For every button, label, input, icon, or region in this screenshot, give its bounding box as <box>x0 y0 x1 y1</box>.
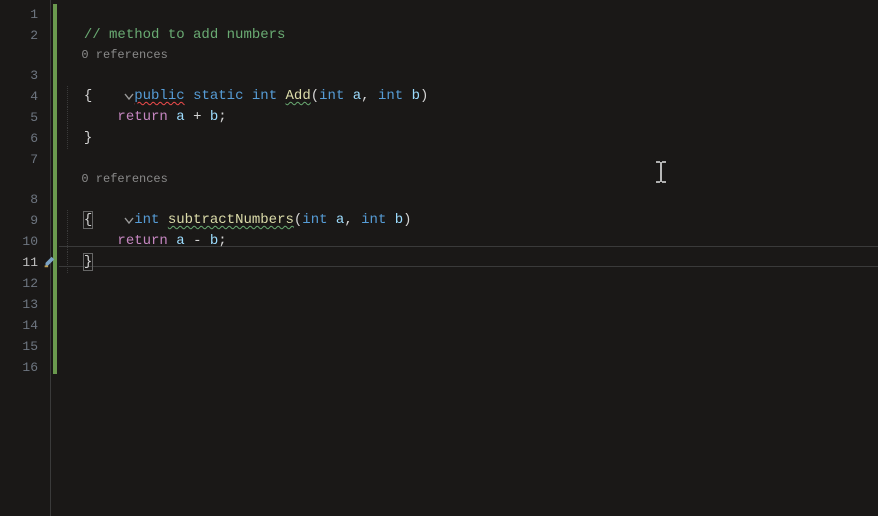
brace-close-matched: } <box>84 254 92 270</box>
line-number[interactable]: 2 <box>0 25 50 46</box>
keyword-return: return <box>117 109 167 125</box>
code-line-active[interactable]: } <box>59 252 878 273</box>
line-number[interactable]: 1 <box>0 4 50 25</box>
line-number[interactable]: 14 <box>0 315 50 336</box>
brush-icon[interactable] <box>42 255 56 269</box>
line-number[interactable]: 10 <box>0 231 50 252</box>
keyword-return: return <box>117 233 167 249</box>
code-line[interactable]: { <box>59 86 878 107</box>
code-area[interactable]: // method to add numbers 0 references pu… <box>59 0 878 516</box>
code-line[interactable] <box>59 149 878 170</box>
line-number[interactable]: 4 <box>0 86 50 107</box>
code-line[interactable] <box>59 315 878 336</box>
code-line[interactable] <box>59 336 878 357</box>
code-line[interactable]: { <box>59 210 878 231</box>
line-number[interactable]: 12 <box>0 273 50 294</box>
code-line[interactable]: int subtractNumbers(int a, int b) <box>59 189 878 210</box>
code-line[interactable]: return a - b; <box>59 231 878 252</box>
line-number[interactable]: 8 <box>0 189 50 210</box>
line-number-gutter[interactable]: 1 2 3 4 5 6 7 8 9 10 11 12 13 14 15 16 <box>0 0 50 516</box>
code-line[interactable] <box>59 357 878 378</box>
line-number[interactable]: 3 <box>0 65 50 86</box>
code-line[interactable]: // method to add numbers <box>59 25 878 46</box>
line-number[interactable]: 13 <box>0 294 50 315</box>
text-cursor <box>92 253 93 270</box>
code-line[interactable]: } <box>59 128 878 149</box>
line-number[interactable]: 5 <box>0 107 50 128</box>
code-line[interactable]: return a + b; <box>59 107 878 128</box>
line-number[interactable]: 9 <box>0 210 50 231</box>
code-line[interactable] <box>59 4 878 25</box>
codelens-references[interactable]: 0 references <box>59 170 878 189</box>
code-editor[interactable]: 1 2 3 4 5 6 7 8 9 10 11 12 13 14 15 16 <box>0 0 878 516</box>
code-line[interactable] <box>59 273 878 294</box>
line-number[interactable]: 7 <box>0 149 50 170</box>
line-number[interactable]: 15 <box>0 336 50 357</box>
line-number[interactable]: 6 <box>0 128 50 149</box>
chevron-down-icon[interactable] <box>57 69 67 81</box>
line-number[interactable]: 16 <box>0 357 50 378</box>
code-line[interactable] <box>59 294 878 315</box>
code-line[interactable]: public static int Add(int a, int b) <box>59 65 878 86</box>
line-number-active[interactable]: 11 <box>0 252 50 273</box>
comment-text: // method to add numbers <box>84 27 286 43</box>
chevron-down-icon[interactable] <box>57 193 67 205</box>
brace-open-matched: { <box>84 212 92 228</box>
change-indicator <box>53 4 57 374</box>
codelens-references[interactable]: 0 references <box>59 46 878 65</box>
